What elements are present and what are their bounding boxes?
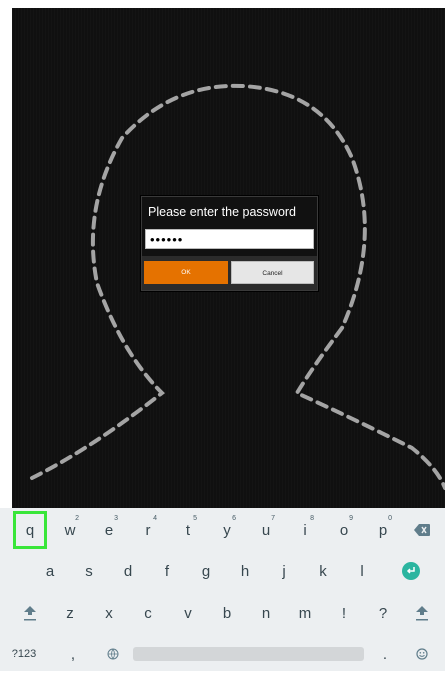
key-hint: 2 [75, 515, 79, 522]
backspace-icon [414, 524, 430, 536]
key-hint: 8 [310, 515, 314, 522]
key-label: o [339, 521, 349, 539]
cancel-button[interactable]: Cancel [231, 261, 314, 284]
key-label: r [145, 521, 151, 539]
key-label: p [378, 521, 388, 539]
emoji-key[interactable] [405, 635, 439, 673]
password-input[interactable] [145, 229, 314, 249]
backspace-key[interactable] [405, 511, 439, 549]
symbols-key[interactable]: ?123 [4, 635, 44, 673]
key-question[interactable]: ? [366, 594, 400, 632]
key-b[interactable]: b [210, 594, 244, 632]
key-v[interactable]: v [171, 594, 205, 632]
key-w[interactable]: w2 [53, 511, 87, 549]
lock-screen: Please enter the password OK Cancel [12, 8, 445, 508]
key-k[interactable]: k [306, 552, 340, 590]
key-c[interactable]: c [131, 594, 165, 632]
enter-key[interactable] [394, 552, 428, 590]
key-o[interactable]: o9 [327, 511, 361, 549]
key-l[interactable]: l [345, 552, 379, 590]
key-exclamation[interactable]: ! [327, 594, 361, 632]
shift-left-icon [24, 606, 36, 621]
key-x[interactable]: x [92, 594, 126, 632]
key-hint: 5 [193, 515, 197, 522]
key-j[interactable]: j [267, 552, 301, 590]
key-label: q [25, 521, 35, 539]
soft-keyboard: q w2 e3 r4 t5 y6 u7 i8 o9 p0 a s d f g h… [0, 508, 445, 671]
key-comma[interactable]: , [56, 635, 90, 673]
enter-icon [402, 562, 420, 580]
key-h[interactable]: h [228, 552, 262, 590]
key-p[interactable]: p0 [366, 511, 400, 549]
key-label: u [261, 521, 271, 539]
key-f[interactable]: f [150, 552, 184, 590]
shift-right-icon [416, 606, 428, 621]
key-hint: 4 [153, 515, 157, 522]
key-s[interactable]: s [72, 552, 106, 590]
password-dialog: Please enter the password OK Cancel [141, 196, 318, 291]
globe-icon [107, 648, 119, 660]
key-e[interactable]: e3 [92, 511, 126, 549]
emoji-icon [416, 648, 428, 660]
space-key[interactable] [133, 647, 364, 661]
key-n[interactable]: n [249, 594, 283, 632]
language-key[interactable] [96, 635, 130, 673]
key-y[interactable]: y6 [210, 511, 244, 549]
key-z[interactable]: z [53, 594, 87, 632]
key-label: w [64, 521, 76, 539]
key-t[interactable]: t5 [171, 511, 205, 549]
key-hint: 7 [271, 515, 275, 522]
shift-right-key[interactable] [405, 594, 439, 632]
key-a[interactable]: a [33, 552, 67, 590]
ok-button[interactable]: OK [144, 261, 228, 284]
key-hint: 6 [232, 515, 236, 522]
device-frame: Please enter the password OK Cancel q w2… [0, 0, 445, 671]
shift-left-key[interactable] [13, 594, 47, 632]
key-label: t [185, 521, 191, 539]
key-hint: 0 [388, 515, 392, 522]
key-q[interactable]: q [13, 511, 47, 549]
key-d[interactable]: d [111, 552, 145, 590]
key-i[interactable]: i8 [288, 511, 322, 549]
key-label: y [223, 521, 231, 539]
key-m[interactable]: m [288, 594, 322, 632]
key-period[interactable]: . [368, 635, 402, 673]
key-u[interactable]: u7 [249, 511, 283, 549]
key-hint: 3 [114, 515, 118, 522]
key-label: i [303, 521, 307, 539]
dialog-title: Please enter the password [148, 205, 297, 219]
key-label: e [104, 521, 114, 539]
key-r[interactable]: r4 [131, 511, 165, 549]
key-hint: 9 [349, 515, 353, 522]
dialog-button-bar: OK Cancel [142, 256, 317, 290]
key-g[interactable]: g [189, 552, 223, 590]
